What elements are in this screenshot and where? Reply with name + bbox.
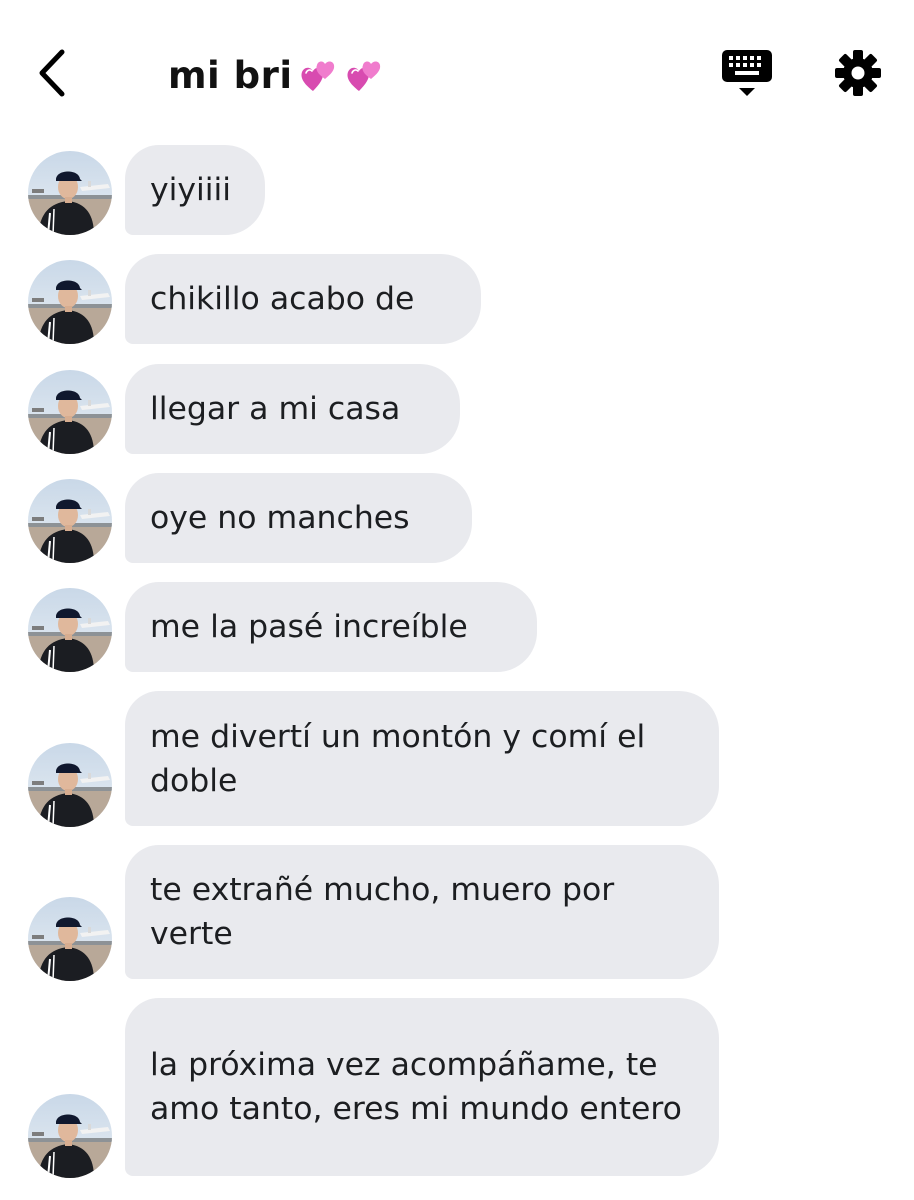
- chat-title-area[interactable]: mi bri: [168, 50, 385, 100]
- profile-photo: [28, 479, 112, 563]
- chevron-left-icon: [39, 49, 65, 97]
- message-bubble[interactable]: me divertí un montón y comí el doble: [125, 691, 719, 826]
- message-text: me divertí un montón y comí el doble: [150, 718, 646, 799]
- avatar[interactable]: [28, 1094, 112, 1178]
- message-text: la próxima vez acompáñame, te amo tanto,…: [150, 1047, 682, 1127]
- profile-photo: [28, 588, 112, 672]
- message-bubble[interactable]: yiyiiii: [125, 145, 265, 235]
- profile-photo: [28, 743, 112, 827]
- avatar[interactable]: [28, 479, 112, 563]
- profile-photo: [28, 897, 112, 981]
- avatar[interactable]: [28, 743, 112, 827]
- message-bubble[interactable]: la próxima vez acompáñame, te amo tanto,…: [125, 998, 719, 1176]
- gear-icon: [835, 50, 881, 96]
- message-text: chikillo acabo de: [150, 281, 415, 317]
- settings-button[interactable]: [833, 48, 883, 98]
- profile-photo: [28, 370, 112, 454]
- profile-photo: [28, 260, 112, 344]
- revolving-hearts-icon: [347, 61, 380, 91]
- keyboard-icon: [722, 50, 772, 96]
- chat-header: mi bri: [0, 0, 914, 140]
- message-text: te extrañé mucho, muero por verte: [150, 872, 615, 952]
- revolving-hearts-icon: [301, 61, 334, 91]
- message-text: yiyiiii: [150, 172, 232, 208]
- message-bubble[interactable]: te extrañé mucho, muero por verte: [125, 845, 719, 979]
- contact-name: mi bri: [168, 53, 293, 97]
- back-button[interactable]: [30, 46, 74, 100]
- message-text: me la pasé increíble: [150, 609, 468, 645]
- message-bubble[interactable]: chikillo acabo de: [125, 254, 481, 344]
- keyboard-button[interactable]: [720, 48, 774, 100]
- avatar[interactable]: [28, 260, 112, 344]
- message-text: llegar a mi casa: [150, 391, 401, 427]
- avatar[interactable]: [28, 897, 112, 981]
- message-bubble[interactable]: llegar a mi casa: [125, 364, 460, 454]
- profile-photo: [28, 151, 112, 235]
- message-bubble[interactable]: me la pasé increíble: [125, 582, 537, 672]
- profile-photo: [28, 1094, 112, 1178]
- avatar[interactable]: [28, 588, 112, 672]
- avatar[interactable]: [28, 151, 112, 235]
- message-bubble[interactable]: oye no manches: [125, 473, 472, 563]
- message-text: oye no manches: [150, 500, 410, 536]
- avatar[interactable]: [28, 370, 112, 454]
